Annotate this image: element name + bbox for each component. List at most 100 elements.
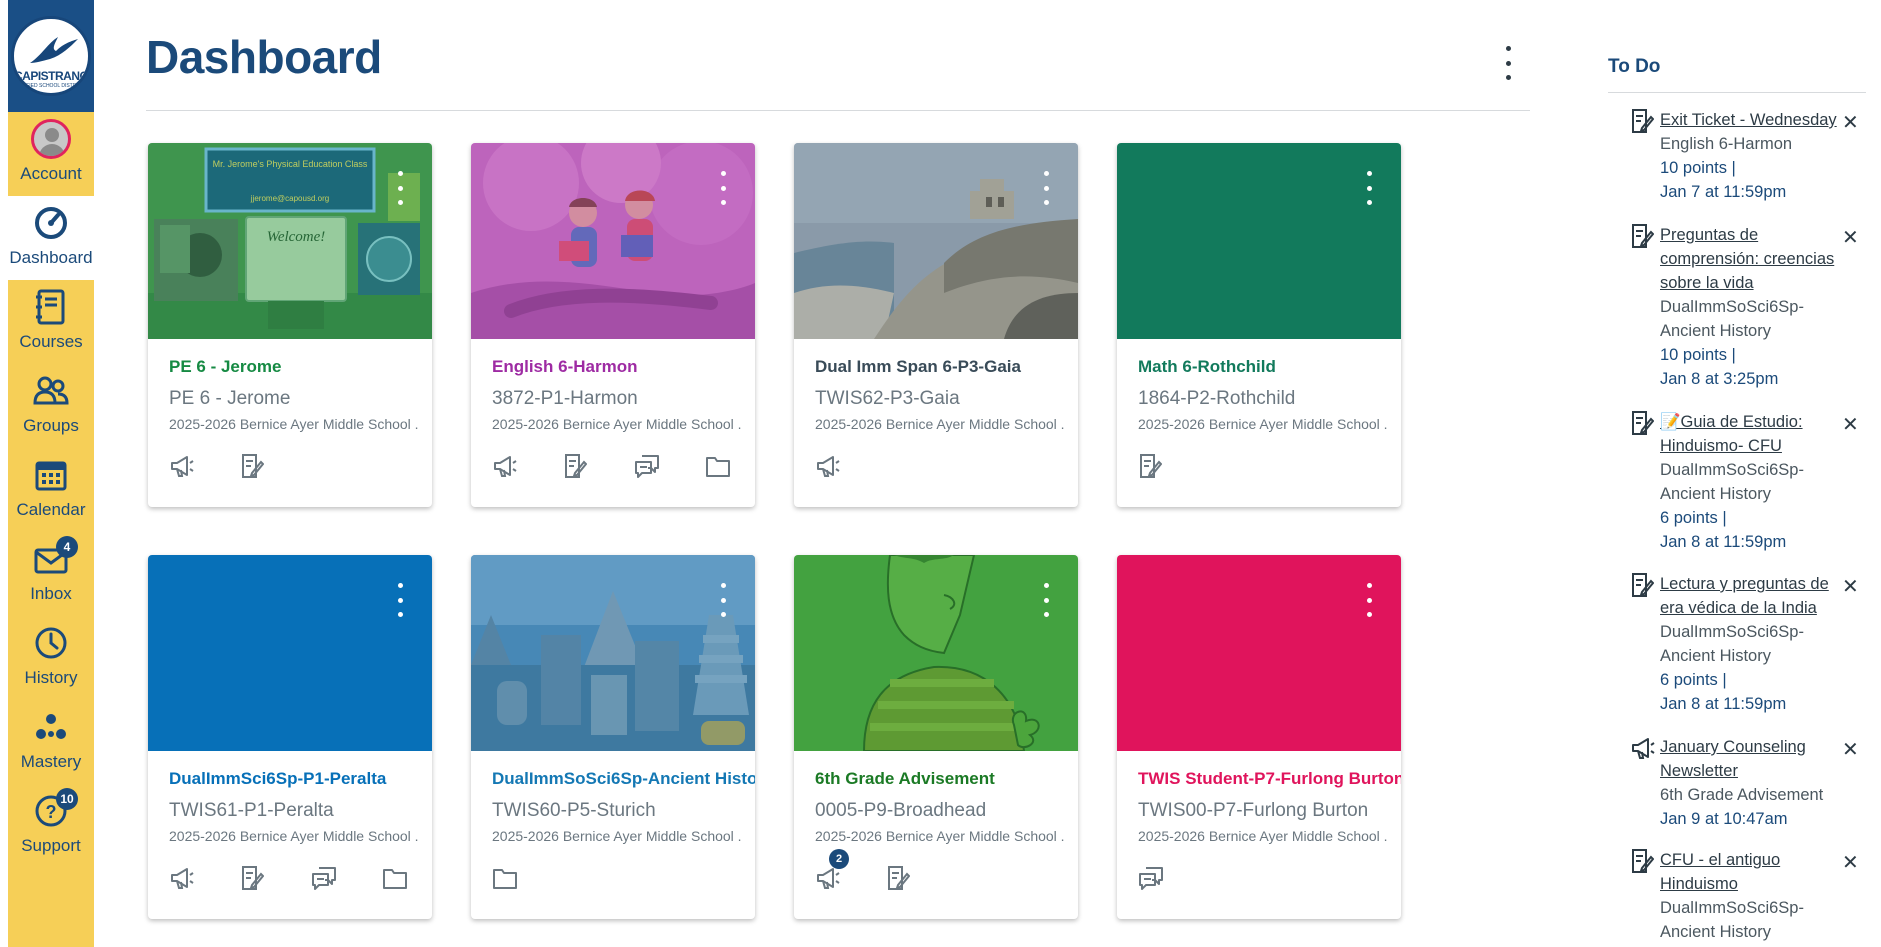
files-button[interactable]	[492, 863, 563, 897]
course-name-link[interactable]: 6th Grade Advisement	[815, 769, 995, 789]
dismiss-todo-button[interactable]: ✕	[1842, 412, 1859, 437]
discussion-icon	[634, 453, 660, 484]
assignment-icon	[1630, 108, 1655, 133]
todo-title-link[interactable]: Exit Ticket - Wednesday	[1660, 108, 1840, 132]
course-name-link[interactable]: English 6-Harmon	[492, 357, 637, 377]
course-name-link[interactable]: Dual Imm Span 6-P3-Gaia	[815, 357, 1021, 377]
course-name-link[interactable]: DualImmSci6Sp-P1-Peralta	[169, 769, 386, 789]
discussion-button[interactable]	[1138, 863, 1209, 897]
card-options-button[interactable]	[1040, 171, 1052, 205]
course-name-link[interactable]: DualImmSoSci6Sp-Ancient History	[492, 769, 755, 789]
card-options-button[interactable]	[1040, 583, 1052, 617]
course-card-hero[interactable]	[471, 143, 755, 339]
logo-subtext: UNIFIED SCHOOL DISTRICT	[17, 83, 85, 89]
todo-title-link[interactable]: Preguntas de comprensión: creencias sobre …	[1660, 223, 1840, 295]
nav-label: Groups	[23, 416, 79, 435]
assignment-button[interactable]	[240, 451, 311, 485]
card-action-bar	[1138, 451, 1209, 485]
dismiss-todo-button[interactable]: ✕	[1842, 574, 1859, 599]
course-name-link[interactable]: Math 6-Rothchild	[1138, 357, 1276, 377]
assignment-button[interactable]	[886, 863, 957, 897]
course-name-link[interactable]: PE 6 - Jerome	[169, 357, 281, 377]
card-options-button[interactable]	[394, 583, 406, 617]
hero-color-overlay	[471, 143, 755, 339]
card-action-bar	[492, 451, 755, 485]
card-options-button[interactable]	[1363, 583, 1375, 617]
avatar	[31, 119, 71, 159]
nav-inbox[interactable]: 4 Inbox	[8, 532, 94, 616]
assignment-icon	[240, 453, 265, 484]
logo-emblem: CAPISTRANO UNIFIED SCHOOL DISTRICT	[11, 16, 91, 96]
card-options-button[interactable]	[717, 583, 729, 617]
nav-label: Dashboard	[9, 248, 93, 267]
announcement-button[interactable]	[169, 451, 240, 485]
todo-title-link[interactable]: Lectura y preguntas de era védica de la I…	[1660, 572, 1840, 620]
card-options-button[interactable]	[394, 171, 406, 205]
discussion-button[interactable]	[634, 451, 705, 485]
dismiss-todo-button[interactable]: ✕	[1842, 850, 1859, 875]
school-logo[interactable]: CAPISTRANO UNIFIED SCHOOL DISTRICT	[8, 0, 94, 112]
announcement-button[interactable]: 2	[815, 849, 886, 897]
todo-course: DualImmSoSci6Sp-	[1660, 899, 1804, 917]
nav-support[interactable]: ? 10 Support	[8, 784, 94, 868]
assignment-button[interactable]	[240, 863, 311, 897]
dismiss-todo-button[interactable]: ✕	[1842, 110, 1859, 135]
course-card-hero[interactable]	[794, 143, 1078, 339]
nav-dashboard[interactable]: Dashboard	[8, 196, 94, 280]
course-card-hero[interactable]	[794, 555, 1078, 751]
todo-title-line: January Counseling	[1660, 738, 1806, 756]
support-badge: 10	[56, 788, 78, 810]
announcement-button[interactable]	[169, 863, 240, 897]
course-card-hero[interactable]	[1117, 555, 1401, 751]
course-card-hero[interactable]	[148, 555, 432, 751]
todo-separator: |	[1726, 159, 1736, 177]
card-action-bar	[169, 451, 311, 485]
card-action-bar	[1138, 863, 1209, 897]
assignment-icon	[1630, 410, 1655, 435]
course-name-link[interactable]: TWIS Student-P7-Furlong Burton	[1138, 769, 1401, 789]
dismiss-todo-button[interactable]: ✕	[1842, 225, 1859, 250]
course-card[interactable]: English 6-Harmon 3872-P1-Harmon 2025-2026 …	[471, 143, 755, 507]
nav-calendar[interactable]: Calendar	[8, 448, 94, 532]
card-options-button[interactable]	[1363, 171, 1375, 205]
announcement-button[interactable]	[815, 451, 886, 485]
discussion-button[interactable]	[311, 863, 382, 897]
course-card-hero[interactable]: Mr. Jerome's Physical Education Class jj…	[148, 143, 432, 339]
assignment-icon	[1630, 572, 1655, 597]
dashboard-options-button[interactable]	[1498, 46, 1518, 80]
course-card[interactable]: Mr. Jerome's Physical Education Class jj…	[148, 143, 432, 507]
course-code: TWIS00-P7-Furlong Burton	[1138, 800, 1369, 821]
course-card[interactable]: Math 6-Rothchild 1864-P2-Rothchild 2025-20…	[1117, 143, 1401, 507]
course-card[interactable]: DualImmSoSci6Sp-Ancient History TWIS60-P5…	[471, 555, 755, 919]
nav-mastery[interactable]: Mastery	[8, 700, 94, 784]
todo-points: 6 points |	[1660, 668, 1840, 692]
assignment-button[interactable]	[1138, 451, 1209, 485]
course-card-hero[interactable]	[471, 555, 755, 751]
todo-course: DualImmSoSci6Sp-	[1660, 461, 1804, 479]
course-card[interactable]: TWIS Student-P7-Furlong Burton TWIS00-P7-…	[1117, 555, 1401, 919]
course-card-hero[interactable]	[1117, 143, 1401, 339]
dismiss-todo-button[interactable]: ✕	[1842, 737, 1859, 762]
course-card[interactable]: Dual Imm Span 6-P3-Gaia TWIS62-P3-Gaia 202…	[794, 143, 1078, 507]
card-options-button[interactable]	[717, 171, 729, 205]
announcement-button[interactable]	[492, 451, 563, 485]
nav-courses[interactable]: Courses	[8, 280, 94, 364]
files-button[interactable]	[705, 451, 755, 485]
course-term: 2025-2026 Bernice Ayer Middle School ...	[815, 416, 1065, 432]
nav-groups[interactable]: Groups	[8, 364, 94, 448]
course-term: 2025-2026 Bernice Ayer Middle School ...	[815, 828, 1065, 844]
todo-due-date: Jan 7 at 11:59pm	[1660, 183, 1787, 201]
todo-title-link[interactable]: January Counseling Newsletter	[1660, 735, 1840, 783]
todo-title-link[interactable]: 📝Guia de Estudio: Hinduismo- CFU	[1660, 410, 1840, 458]
course-card[interactable]: 6th Grade Advisement 0005-P9-Broadhead 202…	[794, 555, 1078, 919]
course-term: 2025-2026 Bernice Ayer Middle School ...	[492, 416, 742, 432]
todo-separator: |	[1726, 346, 1736, 364]
history-icon	[35, 627, 67, 659]
assignment-button[interactable]	[563, 451, 634, 485]
todo-title-link[interactable]: CFU - el antiguo Hinduismo	[1660, 848, 1840, 896]
nav-history[interactable]: History	[8, 616, 94, 700]
course-code: TWIS61-P1-Peralta	[169, 800, 334, 821]
files-button[interactable]	[382, 863, 432, 897]
course-card[interactable]: DualImmSci6Sp-P1-Peralta TWIS61-P1-Peralt…	[148, 555, 432, 919]
nav-account[interactable]: Account	[8, 112, 94, 196]
